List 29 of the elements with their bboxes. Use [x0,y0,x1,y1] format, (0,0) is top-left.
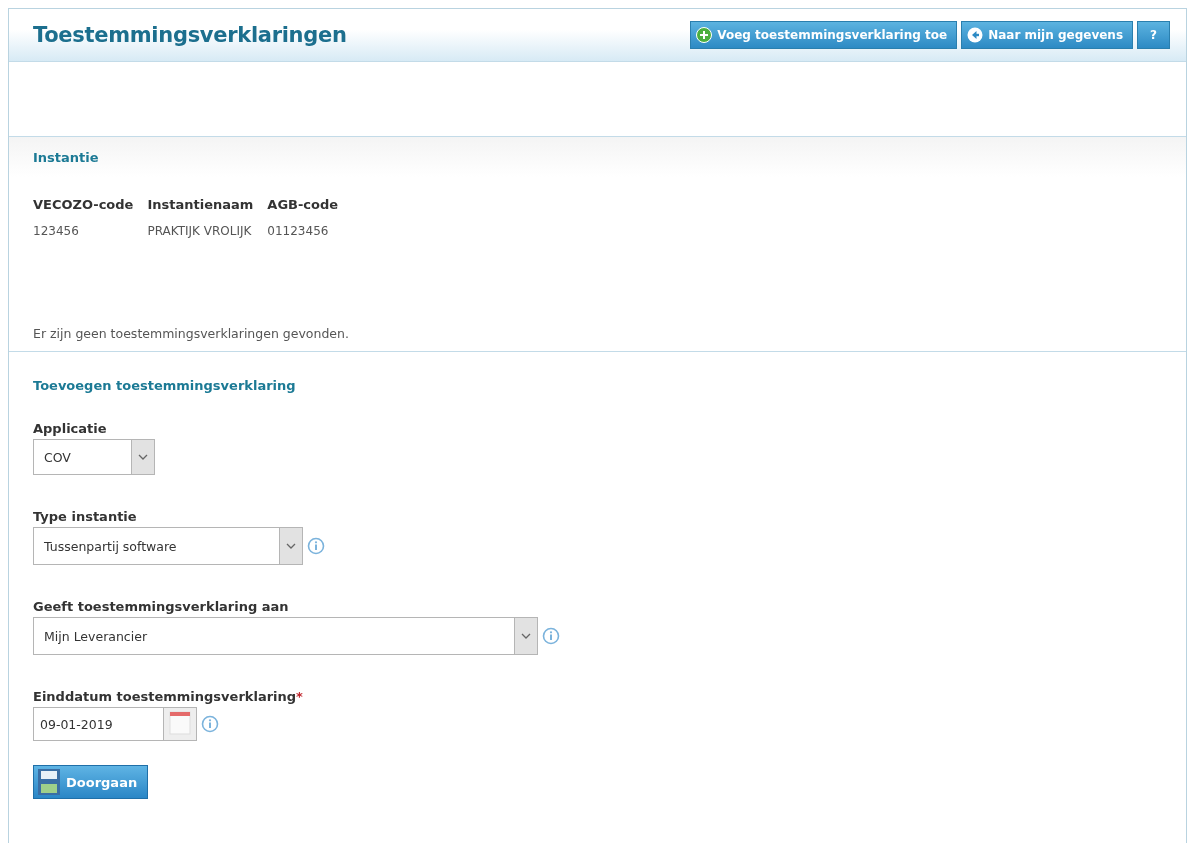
dropdown-field[interactable]: COV [33,439,155,475]
field-label: Applicatie [33,421,108,436]
info-icon[interactable] [201,715,219,733]
plus-icon [696,27,713,43]
chevron-down-icon [521,633,531,639]
field-label: Type instantie [33,509,138,524]
section-title: Instantie [33,149,99,165]
chevron-down-icon [138,454,148,460]
table-cell-text: 123456 [33,224,80,238]
chevron-down-icon [286,543,296,549]
column-header: Instantienaam [147,197,254,212]
page-title: Toestemmingsverklaringen [33,23,347,47]
dropdown-field[interactable]: Mijn Leverancier [33,617,538,655]
calendar-icon[interactable] [169,711,191,735]
field-label: Einddatum toestemmingsverklaring* [33,689,304,704]
form-title: Toevoegen toestemmingsverklaring [33,378,297,393]
info-icon[interactable] [307,537,325,555]
dropdown-field[interactable]: Tussenpartij software [33,527,303,565]
arrow-left-icon [967,27,984,43]
column-header: VECOZO-code [33,197,134,212]
table-cell-text: PRAKTIJK VROLIJK [147,224,253,238]
table-cell-text: 01123456 [267,224,330,238]
date-field[interactable]: 09-01-2019 [33,707,197,741]
required-mark: * [296,689,303,704]
empty-message: Er zijn geen toestemmingsverklaringen gevonden. [33,326,350,343]
info-icon[interactable] [542,627,560,645]
save-icon [38,769,60,795]
column-header: AGB-code [267,197,339,212]
field-label: Geeft toestemmingsverklaring aan [33,599,290,614]
